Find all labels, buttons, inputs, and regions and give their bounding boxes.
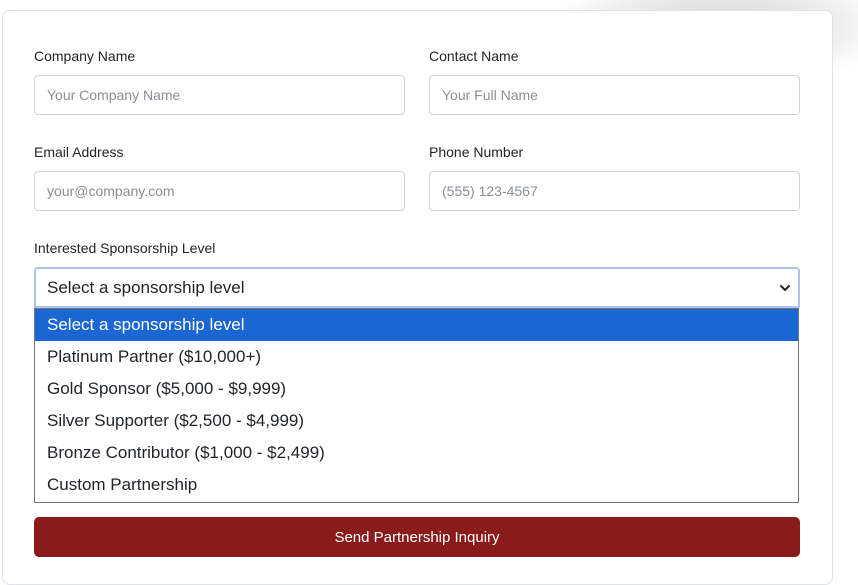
sponsorship-option[interactable]: Custom Partnership <box>35 469 798 501</box>
contact-name-label: Contact Name <box>429 48 519 64</box>
sponsorship-option[interactable]: Select a sponsorship level <box>35 309 798 341</box>
sponsorship-option[interactable]: Gold Sponsor ($5,000 - $9,999) <box>35 373 798 405</box>
phone-number-input[interactable] <box>429 171 800 211</box>
send-inquiry-button[interactable]: Send Partnership Inquiry <box>34 517 800 557</box>
sponsorship-option[interactable]: Silver Supporter ($2,500 - $4,999) <box>35 405 798 437</box>
email-address-label: Email Address <box>34 144 124 160</box>
sponsorship-select-value: Select a sponsorship level <box>47 277 245 297</box>
phone-number-label: Phone Number <box>429 144 524 160</box>
sponsorship-option[interactable]: Platinum Partner ($10,000+) <box>35 341 798 373</box>
sponsorship-level-select[interactable]: Select a sponsorship level <box>34 267 800 308</box>
chevron-down-icon <box>778 281 792 295</box>
sponsorship-options-list: Select a sponsorship level Platinum Part… <box>34 308 799 503</box>
contact-name-input[interactable] <box>429 75 800 115</box>
sponsorship-level-label: Interested Sponsorship Level <box>34 240 216 256</box>
company-name-label: Company Name <box>34 48 136 64</box>
company-name-input[interactable] <box>34 75 405 115</box>
email-address-input[interactable] <box>34 171 405 211</box>
sponsorship-option[interactable]: Bronze Contributor ($1,000 - $2,499) <box>35 437 798 469</box>
